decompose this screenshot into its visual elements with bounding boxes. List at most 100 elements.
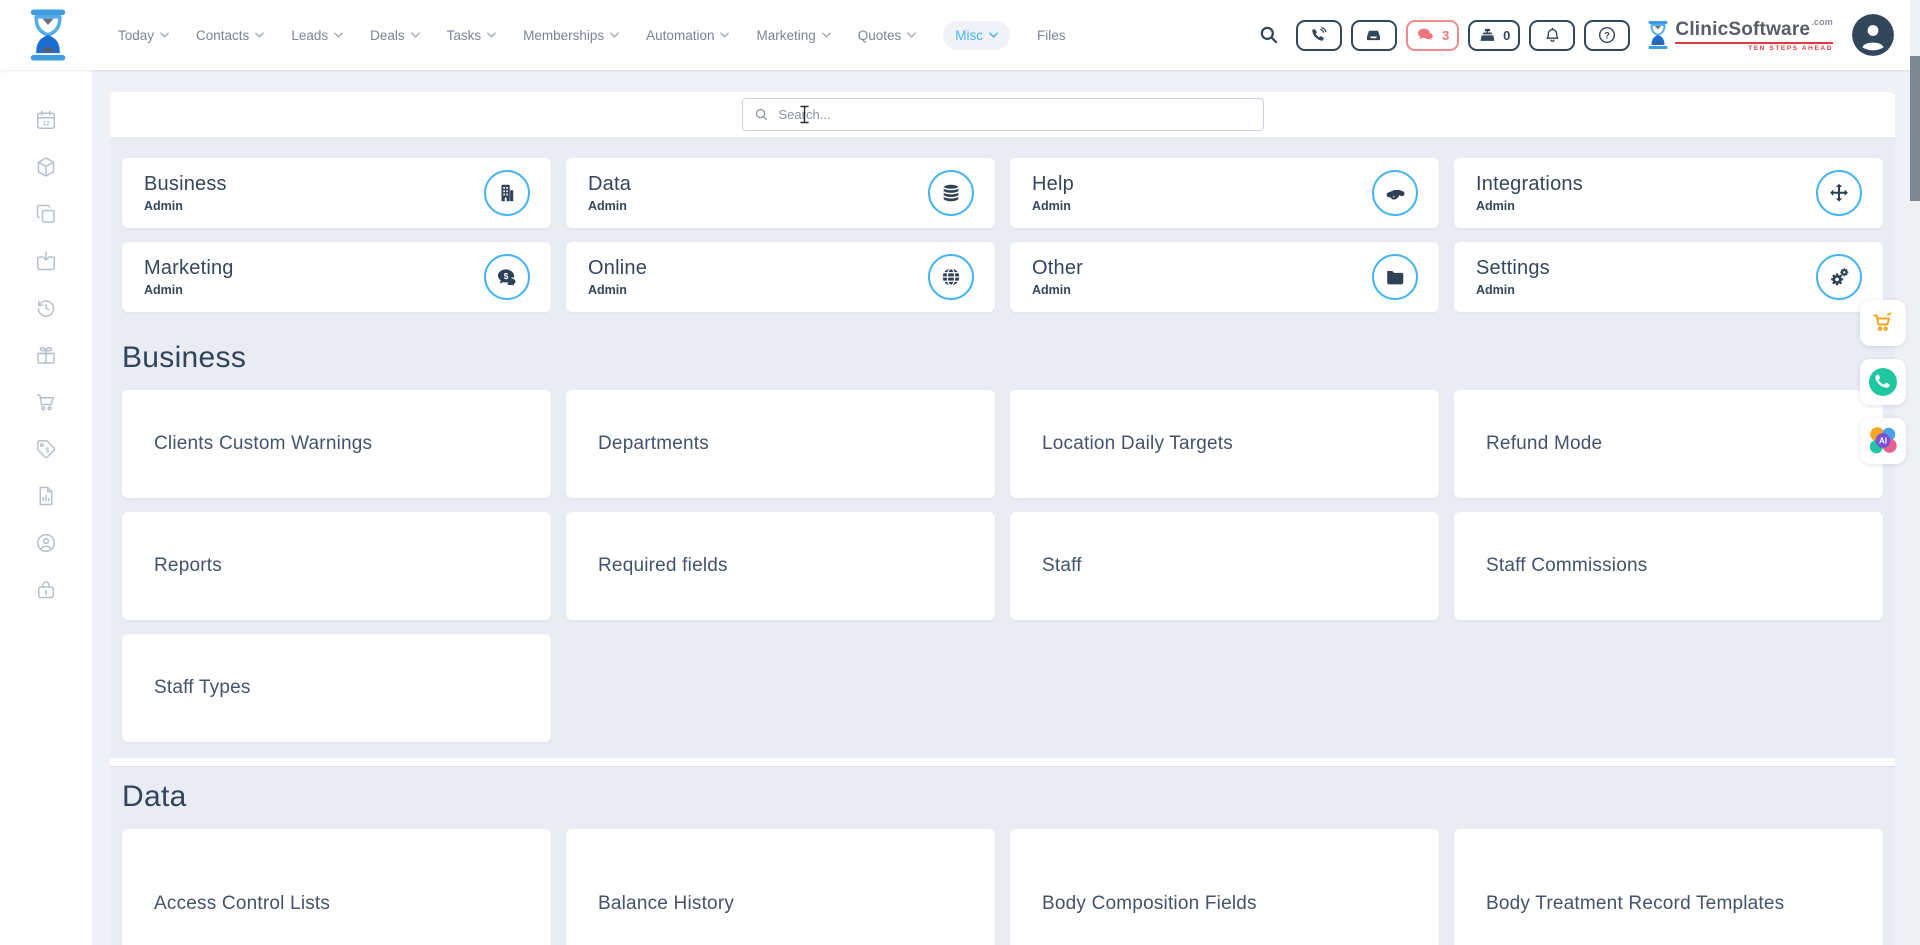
nav-item-marketing[interactable]: Marketing [756, 28, 830, 43]
data-card-body-treatment-record-templates[interactable]: Body Treatment Record Templates [1454, 829, 1883, 945]
whatsapp-icon [1868, 367, 1898, 397]
category-card-other[interactable]: Other Admin [1010, 242, 1439, 312]
globe-icon [928, 254, 974, 300]
package-icon[interactable] [34, 155, 58, 179]
nav-item-memberships[interactable]: Memberships [523, 28, 619, 43]
brand-logo[interactable]: ClinicSoftware.com TEN STEPS AHEAD [1647, 18, 1833, 52]
category-subtitle: Admin [1476, 199, 1583, 213]
cart-widget[interactable] [1860, 300, 1906, 346]
category-card-settings[interactable]: Settings Admin [1454, 242, 1883, 312]
business-card-refund-mode[interactable]: Refund Mode [1454, 390, 1883, 498]
category-subtitle: Admin [588, 283, 647, 297]
category-card-integrations[interactable]: Integrations Admin [1454, 158, 1883, 228]
cart-icon[interactable] [34, 390, 58, 414]
nav-item-misc[interactable]: Misc [943, 21, 1010, 50]
category-text: Business Admin [144, 173, 227, 213]
nav-label: Deals [370, 28, 405, 43]
nav-item-contacts[interactable]: Contacts [196, 28, 264, 43]
brand-text: ClinicSoftware.com TEN STEPS AHEAD [1675, 18, 1833, 52]
data-card-balance-history[interactable]: Balance History [566, 829, 995, 945]
nav-label: Misc [955, 28, 983, 43]
chevron-down-icon [822, 32, 831, 38]
category-subtitle: Admin [144, 199, 227, 213]
business-card-departments[interactable]: Departments [566, 390, 995, 498]
nav-item-leads[interactable]: Leads [291, 28, 343, 43]
business-card-clients-custom-warnings[interactable]: Clients Custom Warnings [122, 390, 551, 498]
report-icon[interactable] [34, 484, 58, 508]
inbox-button[interactable] [1351, 20, 1397, 51]
business-grid: Clients Custom Warnings Departments Loca… [122, 390, 1883, 742]
category-subtitle: Admin [1032, 283, 1083, 297]
whatsapp-widget[interactable] [1860, 359, 1906, 405]
voucher-icon[interactable]: $ [34, 437, 58, 461]
register-count-badge: 0 [1503, 28, 1510, 43]
business-card-location-daily-targets[interactable]: Location Daily Targets [1010, 390, 1439, 498]
category-card-data[interactable]: Data Admin [566, 158, 995, 228]
inbox-icon [1364, 26, 1383, 45]
nav-item-tasks[interactable]: Tasks [447, 28, 497, 43]
data-grid: Access Control Lists Balance History Bod… [122, 829, 1883, 945]
category-title: Integrations [1476, 173, 1583, 195]
category-title: Help [1032, 173, 1074, 195]
card-title: Access Control Lists [154, 893, 330, 915]
database-icon [928, 170, 974, 216]
svg-text:?: ? [1605, 30, 1611, 40]
data-card-body-composition-fields[interactable]: Body Composition Fields [1010, 829, 1439, 945]
business-card-staff-commissions[interactable]: Staff Commissions [1454, 512, 1883, 620]
category-card-help[interactable]: Help Admin [1010, 158, 1439, 228]
nav-label: Automation [646, 28, 714, 43]
category-card-business[interactable]: Business Admin [122, 158, 551, 228]
chevron-down-icon [411, 32, 420, 38]
business-card-required-fields[interactable]: Required fields [566, 512, 995, 620]
support-icon[interactable] [34, 531, 58, 555]
help-icon: ? [1597, 25, 1617, 45]
calendar-icon[interactable]: 12 [34, 108, 58, 132]
calendar-checkin-icon[interactable] [34, 249, 58, 273]
category-card-online[interactable]: Online Admin [566, 242, 995, 312]
business-card-reports[interactable]: Reports [122, 512, 551, 620]
phone-button[interactable] [1296, 20, 1342, 51]
folder-icon [1372, 254, 1418, 300]
ai-widget[interactable]: AI [1860, 418, 1906, 464]
search-icon[interactable] [1258, 24, 1280, 46]
page-scrollbar-thumb[interactable] [1910, 56, 1920, 201]
category-text: Settings Admin [1476, 257, 1550, 297]
chat-button[interactable]: 3 [1406, 20, 1459, 51]
notifications-button[interactable] [1529, 20, 1575, 51]
phone-icon [1309, 26, 1328, 45]
nav-item-automation[interactable]: Automation [646, 28, 729, 43]
chevron-down-icon [610, 32, 619, 38]
business-card-staff[interactable]: Staff [1010, 512, 1439, 620]
card-title: Refund Mode [1486, 433, 1602, 455]
svg-text:$: $ [503, 271, 508, 280]
help-button[interactable]: ? [1584, 20, 1630, 51]
user-avatar[interactable] [1852, 14, 1894, 56]
register-icon [1478, 26, 1497, 45]
nav-item-quotes[interactable]: Quotes [858, 28, 917, 43]
category-card-marketing[interactable]: Marketing Admin $ [122, 242, 551, 312]
category-grid: Business Admin Data Admin [122, 158, 1883, 312]
lock-icon[interactable] [34, 578, 58, 602]
history-icon[interactable] [34, 296, 58, 320]
data-card-access-control-lists[interactable]: Access Control Lists [122, 829, 551, 945]
card-title: Required fields [598, 555, 728, 577]
search-input[interactable] [742, 98, 1264, 131]
nav-label: Contacts [196, 28, 249, 43]
business-card-staff-types[interactable]: Staff Types [122, 634, 551, 742]
category-subtitle: Admin [588, 199, 631, 213]
app-logo-hourglass-icon[interactable] [28, 9, 68, 61]
nav-item-today[interactable]: Today [118, 28, 169, 43]
nav-item-files[interactable]: Files [1037, 28, 1066, 43]
register-button[interactable]: 0 [1468, 20, 1520, 51]
gift-icon[interactable] [34, 343, 58, 367]
category-title: Online [588, 257, 647, 279]
nav-label: Today [118, 28, 154, 43]
category-subtitle: Admin [1476, 283, 1550, 297]
main-content: Business Admin Data Admin [92, 70, 1920, 945]
chevron-down-icon [720, 32, 729, 38]
copy-icon[interactable] [34, 202, 58, 226]
page-scrollbar-track[interactable] [1910, 0, 1920, 945]
category-title: Marketing [144, 257, 234, 279]
card-title: Staff Commissions [1486, 555, 1647, 577]
nav-item-deals[interactable]: Deals [370, 28, 420, 43]
